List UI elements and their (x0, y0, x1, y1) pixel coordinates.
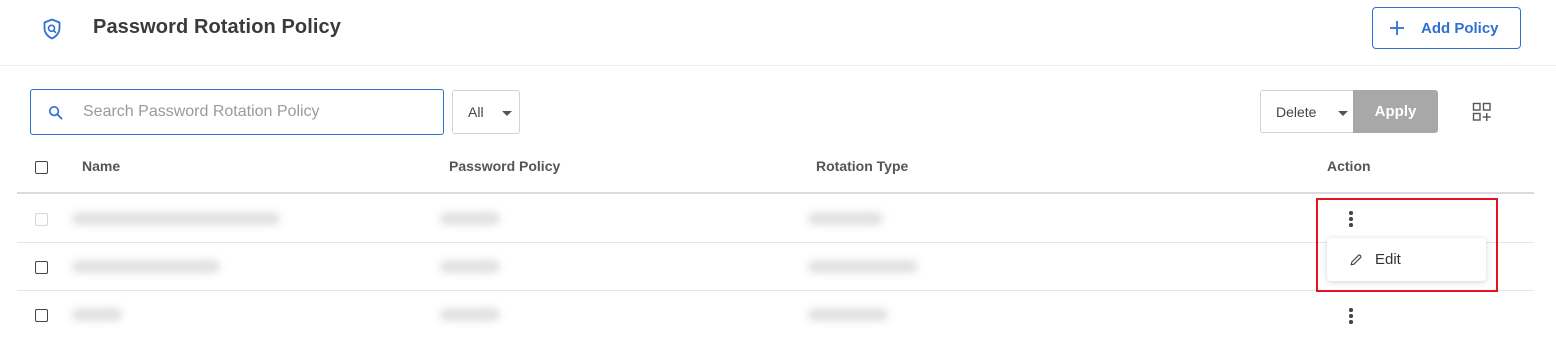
column-header-rotation-type[interactable]: Rotation Type (816, 158, 908, 174)
row-rotation-type-redacted (808, 260, 918, 273)
column-header-name[interactable]: Name (82, 158, 120, 174)
row-checkbox[interactable] (35, 261, 48, 274)
row-checkbox (35, 213, 48, 226)
row-rotation-type-redacted (808, 308, 888, 321)
row-password-policy-redacted (440, 260, 500, 273)
row-rotation-type-redacted (808, 212, 883, 225)
row-divider (17, 242, 1534, 243)
row-password-policy-redacted (440, 308, 500, 321)
add-policy-button[interactable]: Add Policy (1372, 7, 1521, 49)
row-divider (17, 290, 1534, 291)
table-header-divider (17, 192, 1534, 194)
page-header: Password Rotation Policy Add Policy (0, 0, 1556, 66)
filter-select-value: All (468, 104, 484, 120)
add-policy-label: Add Policy (1421, 19, 1499, 37)
row-name-redacted (72, 212, 280, 225)
search-box[interactable] (30, 89, 444, 135)
select-all-checkbox[interactable] (35, 161, 48, 174)
apply-button[interactable]: Apply (1353, 90, 1438, 133)
row-actions-kebab-icon[interactable] (1345, 307, 1357, 325)
column-header-action: Action (1327, 158, 1371, 174)
plus-icon (1390, 21, 1404, 35)
search-input[interactable] (83, 90, 433, 134)
filter-select[interactable]: All (452, 90, 520, 134)
row-name-redacted (72, 308, 122, 321)
highlight-box (1316, 198, 1498, 292)
row-checkbox[interactable] (35, 309, 48, 322)
shield-search-icon (43, 18, 61, 40)
chevron-down-icon (1338, 111, 1348, 116)
row-password-policy-redacted (440, 212, 500, 225)
column-header-password-policy[interactable]: Password Policy (449, 158, 560, 174)
bulk-action-value: Delete (1276, 104, 1317, 120)
add-column-grid-icon[interactable] (1472, 102, 1492, 122)
row-name-redacted (72, 260, 220, 273)
page-title: Password Rotation Policy (93, 16, 342, 38)
search-icon (48, 105, 63, 120)
chevron-down-icon (502, 111, 512, 116)
bulk-action-select[interactable]: Delete (1260, 90, 1354, 133)
